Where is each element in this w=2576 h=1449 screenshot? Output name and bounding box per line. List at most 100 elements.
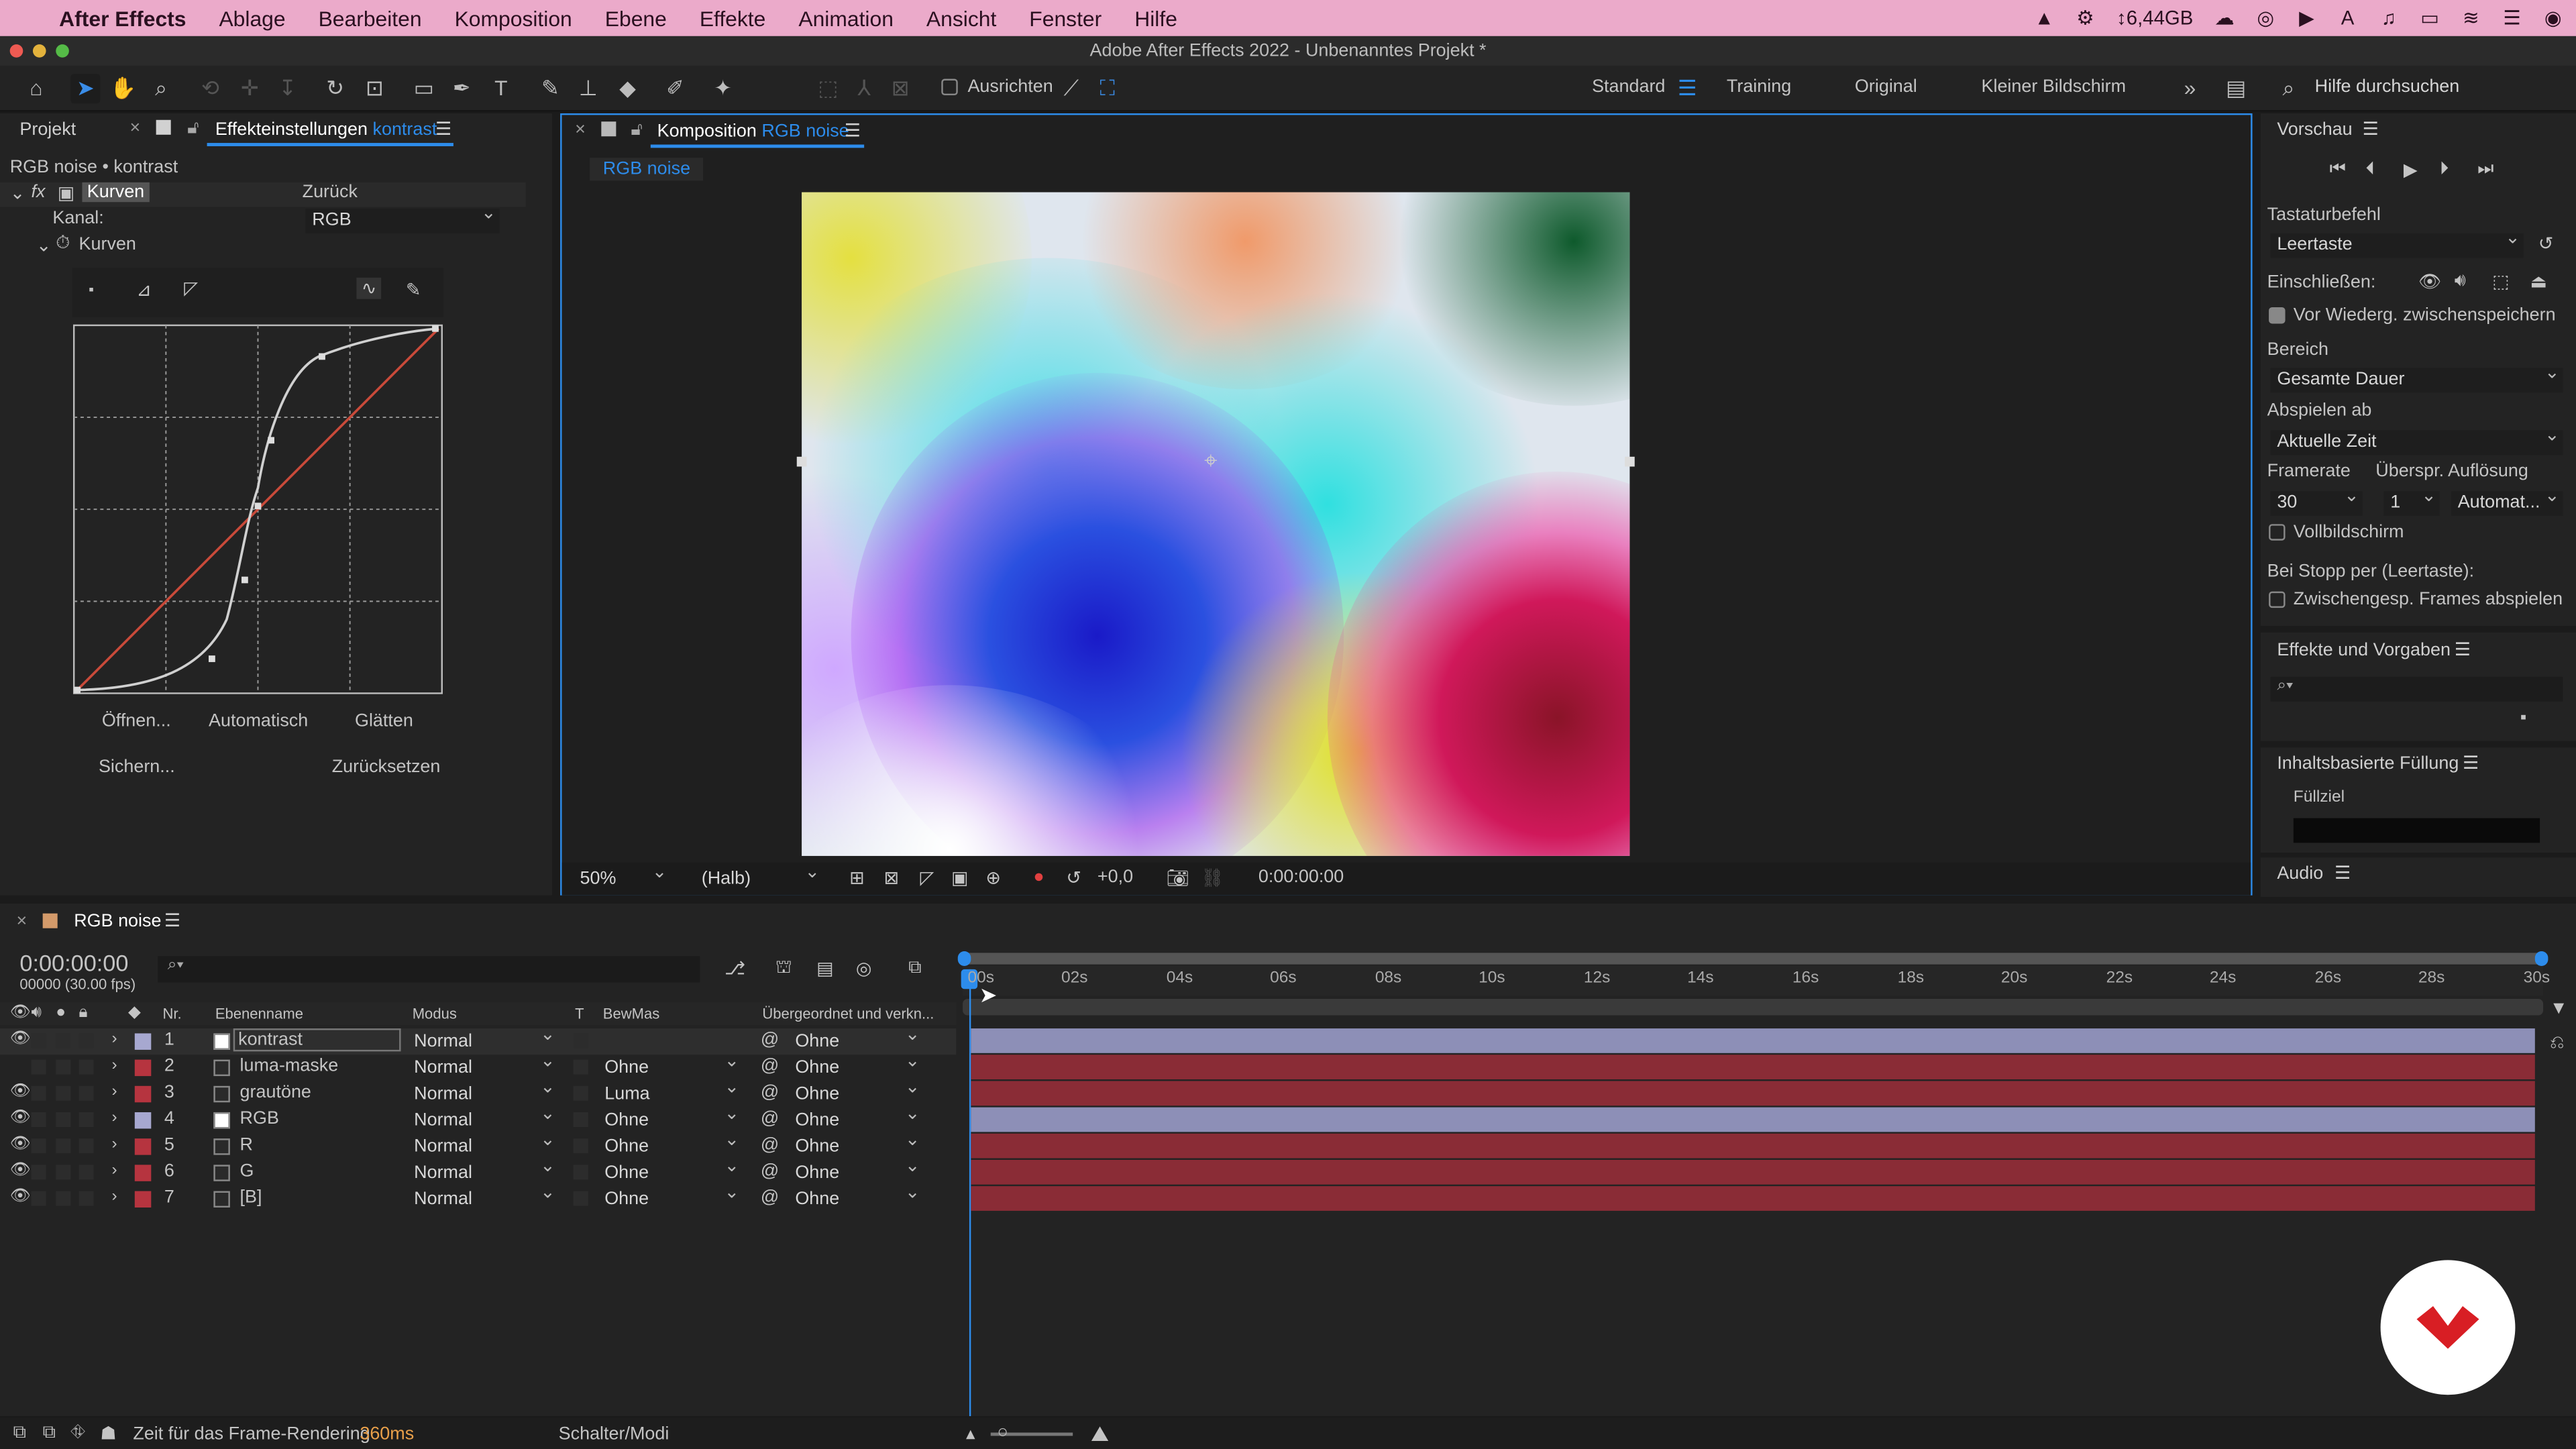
effect-settings-icon[interactable]: ▣: [58, 182, 74, 203]
creative-cloud-icon[interactable]: ☁: [2214, 7, 2234, 30]
show-snapshot-icon[interactable]: ⛓: [1201, 867, 1224, 889]
fx-icon[interactable]: fx: [32, 182, 46, 202]
axis-view-icon[interactable]: ⊠: [885, 74, 915, 103]
new-preset-icon[interactable]: ▪: [2520, 708, 2527, 728]
switches-modes-toggle[interactable]: Schalter/Modi: [559, 1424, 669, 1444]
include-overlay-icon[interactable]: ⬚: [2492, 271, 2509, 292]
blend-mode-dropdown[interactable]: Normal: [414, 1102, 559, 1134]
snapshot-icon[interactable]: 📷︎: [1167, 867, 1189, 889]
panel-menu-icon[interactable]: ☰: [2455, 639, 2471, 660]
channel-dropdown[interactable]: RGB: [305, 202, 500, 233]
composition-canvas[interactable]: [802, 192, 1630, 856]
stopwatch-icon[interactable]: ⏱: [56, 233, 70, 255]
render-time-icon[interactable]: ☗: [100, 1423, 116, 1444]
parent-dropdown[interactable]: Ohne: [795, 1128, 923, 1160]
menu-item-ebene[interactable]: Ebene: [605, 6, 667, 31]
range-dropdown[interactable]: Gesamte Dauer: [2270, 362, 2563, 393]
work-area-end[interactable]: [2534, 951, 2548, 967]
more-workspaces-icon[interactable]: »: [2175, 74, 2204, 103]
expand-arrow-icon[interactable]: ›: [112, 1057, 117, 1075]
include-audio-icon[interactable]: 🔊︎: [2455, 271, 2466, 292]
pan-behind-icon[interactable]: ⊡: [360, 74, 389, 103]
preserve-transparency-box[interactable]: [573, 1112, 588, 1128]
work-area-start[interactable]: [957, 951, 971, 967]
skip-dropdown[interactable]: 1: [2383, 484, 2440, 516]
headphones-icon[interactable]: ♫: [2379, 7, 2398, 30]
previous-frame-icon[interactable]: ⏴: [2366, 160, 2375, 181]
label-color-swatch[interactable]: [134, 1085, 152, 1103]
layer-duration-bar[interactable]: [971, 1107, 2535, 1132]
next-frame-icon[interactable]: ⏵: [2440, 160, 2449, 181]
blend-mode-dropdown[interactable]: Normal: [414, 1128, 559, 1160]
visibility-eye-icon[interactable]: 👁︎: [10, 1188, 31, 1206]
blend-mode-dropdown[interactable]: Normal: [414, 1181, 559, 1213]
layer-duration-bar[interactable]: [971, 1055, 2535, 1079]
layer-duration-bar[interactable]: [971, 1159, 2535, 1185]
timeline-timecode[interactable]: 0:00:00:00: [19, 950, 128, 976]
workspace-menu-icon[interactable]: ☰: [1672, 74, 1702, 103]
anchor-point-icon[interactable]: ⌖: [1204, 447, 1217, 475]
hand-tool-icon[interactable]: ✋: [109, 74, 138, 103]
preserve-transparency-box[interactable]: [573, 1165, 588, 1180]
menu-item-bearbeiten[interactable]: Bearbeiten: [319, 6, 422, 31]
save-button[interactable]: Sichern...: [99, 757, 175, 777]
pick-whip-icon[interactable]: @: [761, 1109, 779, 1128]
axis-world-icon[interactable]: ⅄: [849, 74, 879, 103]
curve-point[interactable]: [268, 437, 274, 444]
zoom-in-icon[interactable]: ⛰: [1091, 1421, 1109, 1447]
last-frame-icon[interactable]: ⏭: [2477, 160, 2493, 181]
snap-target-icon[interactable]: ⛶: [1093, 74, 1122, 103]
cached-frames-checkbox[interactable]: [2269, 591, 2286, 608]
track-matte-dropdown[interactable]: Ohne: [604, 1181, 743, 1213]
lock-switch[interactable]: [78, 1191, 94, 1206]
layer-switches-icon[interactable]: ⧉: [13, 1423, 26, 1444]
shy-layers-icon[interactable]: ⛫: [775, 958, 792, 981]
dolly-camera-icon[interactable]: ↧: [273, 74, 303, 103]
reset-curve-button[interactable]: Zurücksetzen: [332, 757, 441, 777]
rectangle-tool-icon[interactable]: ▭: [409, 74, 439, 103]
tab-timeline[interactable]: RGB noise: [74, 912, 161, 931]
solo-switch[interactable]: [56, 1033, 71, 1049]
layer-name[interactable]: luma-maske: [240, 1057, 339, 1076]
tab-project[interactable]: Projekt: [19, 120, 76, 140]
preserve-transparency-box[interactable]: [573, 1085, 588, 1101]
close-window-button[interactable]: [9, 44, 23, 58]
transparency-grid-icon[interactable]: ⊠: [884, 867, 900, 889]
layer-name[interactable]: kontrast: [233, 1028, 401, 1052]
eraser-tool-icon[interactable]: ◆: [612, 74, 642, 103]
parent-dropdown[interactable]: Ohne: [795, 1181, 923, 1213]
expand-arrow-icon[interactable]: ›: [112, 1135, 117, 1153]
menu-item-fenster[interactable]: Fenster: [1029, 6, 1102, 31]
autodesk-icon[interactable]: ▲: [2035, 7, 2054, 30]
auto-button[interactable]: Automatisch: [209, 711, 308, 731]
solo-switch[interactable]: [56, 1059, 71, 1075]
snap-checkbox[interactable]: [941, 78, 958, 96]
pick-whip-icon[interactable]: @: [761, 1135, 779, 1155]
expand-arrow-icon[interactable]: ⌄: [10, 182, 25, 203]
curves-graph[interactable]: [72, 323, 443, 694]
zoom-slider-thumb[interactable]: ○: [998, 1423, 1008, 1442]
track-matte-dropdown[interactable]: Ohne: [604, 1050, 743, 1081]
audio-switch[interactable]: [31, 1112, 46, 1128]
layer-row[interactable]: 👁︎ › 5 R Normal Ohne @ Ohne: [0, 1128, 956, 1160]
expand-arrow-icon[interactable]: ›: [112, 1109, 117, 1127]
include-export-icon[interactable]: ⏏: [2530, 271, 2546, 292]
parent-dropdown[interactable]: Ohne: [795, 1050, 923, 1081]
track-matte-dropdown[interactable]: Ohne: [604, 1128, 743, 1160]
fill-target-swatch[interactable]: [2293, 818, 2540, 843]
time-navigator[interactable]: [963, 998, 2544, 1016]
play-icon[interactable]: ▶: [2404, 160, 2418, 180]
close-tab-icon[interactable]: ×: [575, 120, 586, 140]
shortcut-dropdown[interactable]: Leertaste: [2270, 227, 2524, 258]
panel-menu-icon[interactable]: ☰: [164, 910, 180, 931]
puppet-pin-icon[interactable]: ✦: [708, 74, 738, 103]
visibility-eye-icon[interactable]: 👁︎: [10, 1161, 31, 1179]
panel-menu-icon[interactable]: ☰: [2334, 863, 2351, 883]
audio-switch[interactable]: [31, 1059, 46, 1075]
layer-row[interactable]: 👁︎ › 1 kontrast Normal @ Ohne: [0, 1024, 957, 1055]
zoom-tool-icon[interactable]: ⌕: [146, 74, 176, 103]
solo-switch[interactable]: [56, 1191, 71, 1206]
blend-mode-dropdown[interactable]: Normal: [414, 1155, 559, 1186]
minimize-window-button[interactable]: [32, 44, 46, 58]
label-color-swatch[interactable]: [134, 1033, 152, 1050]
